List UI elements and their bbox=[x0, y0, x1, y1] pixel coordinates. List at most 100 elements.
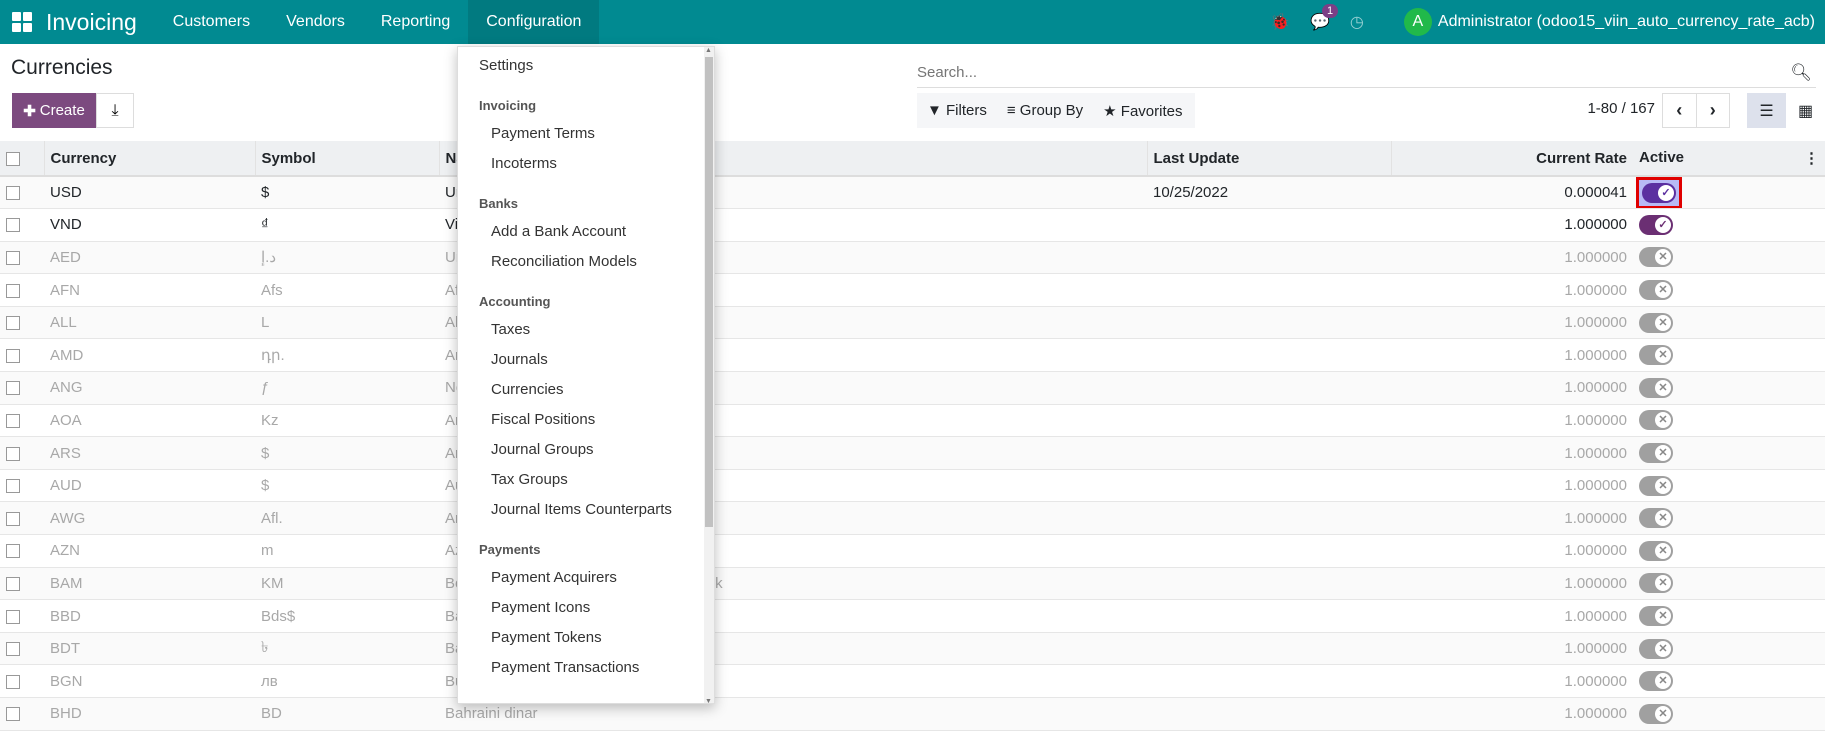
favorites-button[interactable]: ★ Favorites bbox=[1103, 102, 1182, 120]
create-button[interactable]: ✚ Create bbox=[12, 93, 96, 128]
row-select[interactable] bbox=[0, 632, 44, 666]
dropdown-item-incoterms[interactable]: Incoterms bbox=[458, 149, 714, 179]
active-toggle[interactable]: ✕ bbox=[1639, 475, 1673, 496]
pager-previous-button[interactable]: ‹ bbox=[1663, 94, 1697, 127]
header-current-rate[interactable]: Current Rate bbox=[1390, 141, 1633, 177]
select-all-checkbox[interactable] bbox=[6, 151, 20, 166]
menu-configuration[interactable]: Configuration bbox=[468, 0, 600, 44]
row-select[interactable] bbox=[0, 371, 44, 405]
export-button[interactable]: ⤓ bbox=[96, 93, 134, 128]
row-select[interactable] bbox=[0, 534, 44, 568]
dropdown-item-payment-terms[interactable]: Payment Terms bbox=[458, 119, 714, 149]
row-checkbox[interactable] bbox=[6, 381, 20, 396]
dropdown-item-currencies[interactable]: Currencies bbox=[458, 375, 714, 405]
kanban-view-button[interactable]: ▦ bbox=[1786, 93, 1825, 128]
scrollbar-thumb[interactable] bbox=[705, 57, 713, 527]
row-select[interactable] bbox=[0, 697, 44, 731]
dropdown-item-journals[interactable]: Journals bbox=[458, 345, 714, 375]
row-select[interactable] bbox=[0, 338, 44, 373]
row-select[interactable] bbox=[0, 567, 44, 601]
header-active[interactable]: Active ⋮ bbox=[1633, 141, 1825, 177]
row-checkbox[interactable] bbox=[6, 251, 20, 266]
activity-clock-icon[interactable]: ◷ bbox=[1350, 12, 1364, 32]
dropdown-item-journal-items-counterparts[interactable]: Journal Items Counterparts bbox=[458, 495, 714, 525]
dropdown-item-payment-icons[interactable]: Payment Icons bbox=[458, 593, 714, 623]
active-toggle[interactable]: ✕ bbox=[1639, 671, 1673, 692]
row-select[interactable] bbox=[0, 176, 44, 210]
row-checkbox[interactable] bbox=[6, 348, 20, 363]
row-checkbox[interactable] bbox=[6, 511, 20, 526]
active-toggle[interactable]: ✓ bbox=[1639, 214, 1673, 235]
dropdown-item-journal-groups[interactable]: Journal Groups bbox=[458, 435, 714, 465]
active-toggle[interactable]: ✕ bbox=[1639, 247, 1673, 268]
active-toggle[interactable]: ✕ bbox=[1639, 280, 1673, 301]
row-select[interactable] bbox=[0, 436, 44, 470]
row-checkbox[interactable] bbox=[6, 707, 20, 722]
list-view-button[interactable]: ☰ bbox=[1747, 93, 1786, 128]
menu-customers[interactable]: Customers bbox=[155, 0, 268, 44]
table-row[interactable]: ARS $ Argentine peso 1.000000 ✕ bbox=[0, 436, 1825, 470]
active-toggle[interactable]: ✕ bbox=[1639, 312, 1673, 333]
row-checkbox[interactable] bbox=[6, 576, 20, 591]
select-all-header[interactable] bbox=[0, 141, 44, 177]
dropdown-scrollbar[interactable]: ▲ ▼ bbox=[704, 47, 714, 703]
dropdown-item-settings[interactable]: Settings bbox=[458, 51, 714, 81]
row-select[interactable] bbox=[0, 404, 44, 438]
dropdown-item-reconciliation-models[interactable]: Reconciliation Models bbox=[458, 247, 714, 277]
menu-vendors[interactable]: Vendors bbox=[268, 0, 363, 44]
row-checkbox[interactable] bbox=[6, 609, 20, 624]
active-toggle[interactable]: ✕ bbox=[1639, 410, 1673, 431]
table-row[interactable]: AMD դր. Armenian dram 1.000000 ✕ bbox=[0, 338, 1825, 373]
row-select[interactable] bbox=[0, 599, 44, 633]
active-toggle[interactable]: ✕ bbox=[1639, 540, 1673, 561]
row-checkbox[interactable] bbox=[6, 674, 20, 689]
filters-button[interactable]: ▼ Filters bbox=[927, 102, 987, 119]
active-toggle[interactable]: ✕ bbox=[1639, 508, 1673, 529]
pager-value[interactable]: 1-80 / 167 bbox=[1587, 100, 1655, 117]
debug-bug-icon[interactable]: 🐞 bbox=[1270, 12, 1290, 32]
menu-reporting[interactable]: Reporting bbox=[363, 0, 468, 44]
user-menu[interactable]: A Administrator (odoo15_viin_auto_curren… bbox=[1403, 8, 1815, 36]
active-toggle[interactable]: ✕ bbox=[1639, 377, 1673, 398]
pager-next-button[interactable]: › bbox=[1697, 94, 1730, 127]
table-row[interactable]: AED د.إ United Arab Emirates dirham 1.00… bbox=[0, 241, 1825, 275]
row-select[interactable] bbox=[0, 241, 44, 275]
row-select[interactable] bbox=[0, 273, 44, 307]
row-select[interactable] bbox=[0, 469, 44, 503]
row-checkbox[interactable] bbox=[6, 283, 20, 298]
dropdown-item-payment-transactions[interactable]: Payment Transactions bbox=[458, 653, 714, 683]
active-toggle[interactable]: ✕ bbox=[1639, 606, 1673, 627]
search-icon[interactable]: 🔍︎ bbox=[1790, 63, 1812, 83]
dropdown-item-taxes[interactable]: Taxes bbox=[458, 315, 714, 345]
table-row[interactable]: BHD BD Bahraini dinar 1.000000 ✕ bbox=[0, 697, 1825, 731]
active-toggle[interactable]: ✕ bbox=[1639, 703, 1673, 724]
table-row[interactable]: BGN лв Bulgarian lev 1.000000 ✕ bbox=[0, 664, 1825, 698]
table-row[interactable]: AZN m Azerbaijani manat 1.000000 ✕ bbox=[0, 534, 1825, 568]
table-row[interactable]: BDT ৳ Bangladeshi taka 1.000000 ✕ bbox=[0, 632, 1825, 666]
row-checkbox[interactable] bbox=[6, 544, 20, 559]
row-checkbox[interactable] bbox=[6, 218, 20, 233]
messages-icon[interactable]: 💬 1 bbox=[1310, 4, 1339, 32]
table-row[interactable]: BBD Bds$ Barbados dollar 1.000000 ✕ bbox=[0, 599, 1825, 633]
row-checkbox[interactable] bbox=[6, 446, 20, 461]
dropdown-item-fiscal-positions[interactable]: Fiscal Positions bbox=[458, 405, 714, 435]
group-by-button[interactable]: ≡ Group By bbox=[1007, 102, 1083, 119]
header-symbol[interactable]: Symbol bbox=[254, 141, 439, 177]
dropdown-item-payment-acquirers[interactable]: Payment Acquirers bbox=[458, 563, 714, 593]
row-select[interactable] bbox=[0, 501, 44, 536]
row-select[interactable] bbox=[0, 664, 44, 698]
table-row[interactable]: AOA Kz Angolan kwanza 1.000000 ✕ bbox=[0, 404, 1825, 438]
active-toggle[interactable]: ✕ bbox=[1639, 573, 1673, 594]
active-toggle[interactable]: ✓ bbox=[1642, 182, 1676, 203]
active-toggle[interactable]: ✕ bbox=[1639, 345, 1673, 366]
active-toggle[interactable]: ✕ bbox=[1639, 443, 1673, 464]
search-input[interactable] bbox=[917, 64, 1791, 81]
table-row[interactable]: AWG Afl. Aruban florin 1.000000 ✕ bbox=[0, 501, 1825, 536]
app-name[interactable]: Invoicing bbox=[46, 9, 137, 36]
apps-menu-icon[interactable] bbox=[12, 12, 32, 32]
table-row[interactable]: AFN Afs Afghan afghani 1.000000 ✕ bbox=[0, 273, 1825, 307]
table-row[interactable]: ANG ƒ Netherlands Antillean guilder 1.00… bbox=[0, 371, 1825, 405]
header-currency[interactable]: Currency bbox=[43, 141, 255, 177]
row-select[interactable] bbox=[0, 208, 44, 242]
row-checkbox[interactable] bbox=[6, 642, 20, 657]
